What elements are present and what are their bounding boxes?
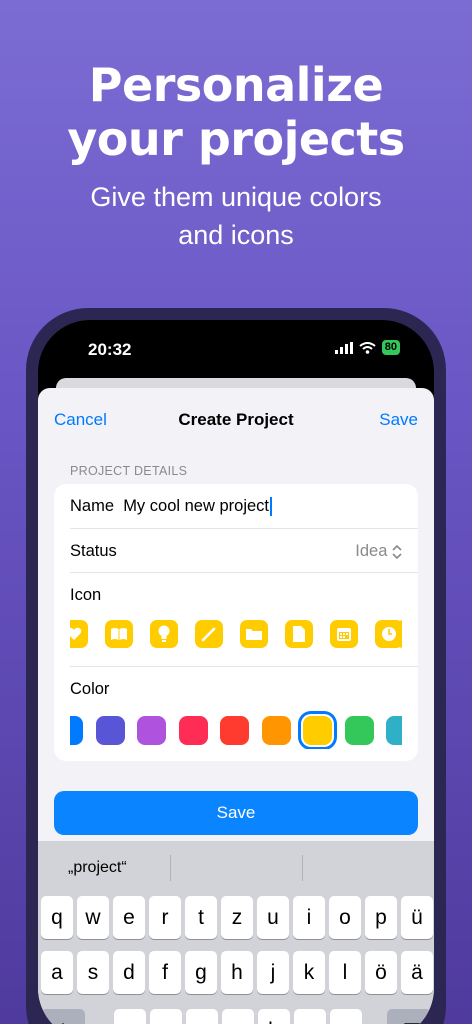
color-swatch[interactable] — [344, 716, 374, 745]
color-label: Color — [70, 680, 110, 698]
pencil-icon[interactable] — [195, 620, 223, 648]
shift-key[interactable] — [41, 1009, 85, 1024]
save-nav-button[interactable]: Save — [379, 410, 418, 430]
key-c[interactable]: c — [186, 1009, 218, 1024]
key-o[interactable]: o — [329, 896, 361, 939]
divider — [70, 666, 418, 667]
icon-label: Icon — [70, 586, 102, 604]
key-u[interactable]: u — [257, 896, 289, 939]
status-icons: 80 — [334, 340, 400, 355]
color-swatch[interactable] — [220, 716, 249, 745]
backspace-key[interactable] — [387, 1009, 431, 1024]
chevron-up-down-icon — [392, 544, 402, 559]
book-icon[interactable] — [105, 620, 133, 648]
hero-subtitle-line-2: and icons — [178, 220, 294, 250]
calendar-icon[interactable] — [330, 620, 358, 648]
keyboard: „project“ qwertzuiopü asdfghjklöä yxcvbnm — [38, 841, 434, 1024]
status-label: Status — [70, 542, 117, 560]
divider — [70, 528, 418, 529]
key-w[interactable]: w — [77, 896, 109, 939]
project-details-card: Name My cool new project Status Idea Ico… — [54, 484, 418, 761]
key-g[interactable]: g — [185, 951, 217, 994]
key-r[interactable]: r — [149, 896, 181, 939]
key-b[interactable]: b — [258, 1009, 290, 1024]
hero-title: Personalize your projects — [0, 58, 472, 166]
key-n[interactable]: n — [294, 1009, 326, 1024]
name-row[interactable]: Name My cool new project — [70, 497, 418, 517]
key-l[interactable]: l — [329, 951, 361, 994]
key-ü[interactable]: ü — [401, 896, 433, 939]
lightbulb-icon[interactable] — [150, 620, 178, 648]
key-m[interactable]: m — [330, 1009, 362, 1024]
heart-icon[interactable] — [70, 620, 88, 648]
hero-subtitle: Give them unique colors and icons — [0, 178, 472, 254]
color-picker[interactable] — [70, 711, 402, 749]
section-label: PROJECT DETAILS — [70, 464, 188, 478]
key-j[interactable]: j — [257, 951, 289, 994]
color-swatch[interactable] — [137, 716, 166, 745]
color-swatch[interactable] — [70, 716, 83, 745]
key-t[interactable]: t — [185, 896, 217, 939]
color-swatch[interactable] — [95, 716, 125, 745]
color-swatch[interactable] — [386, 716, 402, 745]
name-label: Name — [70, 497, 115, 515]
status-picker[interactable]: Idea — [355, 542, 402, 561]
key-k[interactable]: k — [293, 951, 325, 994]
status-time: 20:32 — [88, 340, 132, 359]
folder-icon[interactable] — [240, 620, 268, 648]
save-button[interactable]: Save — [54, 791, 418, 835]
battery-indicator: 80 — [381, 340, 400, 355]
suggestion-divider — [302, 855, 303, 881]
color-swatch[interactable] — [178, 716, 208, 745]
key-d[interactable]: d — [113, 951, 145, 994]
color-swatch[interactable] — [261, 716, 291, 745]
autocomplete-suggestion[interactable]: „project“ — [68, 859, 127, 877]
key-s[interactable]: s — [77, 951, 109, 994]
document-icon[interactable] — [285, 620, 313, 648]
hero-title-line-1: Personalize — [88, 58, 384, 112]
key-ä[interactable]: ä — [401, 951, 433, 994]
color-swatch[interactable] — [303, 716, 332, 745]
suggestion-divider — [170, 855, 171, 881]
phone-screen: 20:32 80 Create Project Cancel Save PROJ… — [38, 320, 434, 1024]
key-e[interactable]: e — [113, 896, 145, 939]
more-icon[interactable] — [396, 620, 402, 648]
key-i[interactable]: i — [293, 896, 325, 939]
name-input[interactable]: My cool new project — [123, 497, 269, 515]
key-v[interactable]: v — [222, 1009, 254, 1024]
icon-picker[interactable] — [70, 620, 402, 650]
key-h[interactable]: h — [221, 951, 253, 994]
key-z[interactable]: z — [221, 896, 253, 939]
hero-subtitle-line-1: Give them unique colors — [90, 182, 382, 212]
key-f[interactable]: f — [149, 951, 181, 994]
key-x[interactable]: x — [150, 1009, 182, 1024]
key-y[interactable]: y — [114, 1009, 146, 1024]
key-q[interactable]: q — [41, 896, 73, 939]
hero-title-line-2: your projects — [67, 112, 405, 166]
text-caret — [270, 497, 272, 517]
key-a[interactable]: a — [41, 951, 73, 994]
signal-icon — [334, 341, 353, 354]
status-value: Idea — [355, 542, 388, 560]
wifi-icon — [359, 341, 376, 354]
key-ö[interactable]: ö — [365, 951, 397, 994]
cancel-button[interactable]: Cancel — [54, 410, 107, 430]
key-p[interactable]: p — [365, 896, 397, 939]
divider — [70, 572, 418, 573]
